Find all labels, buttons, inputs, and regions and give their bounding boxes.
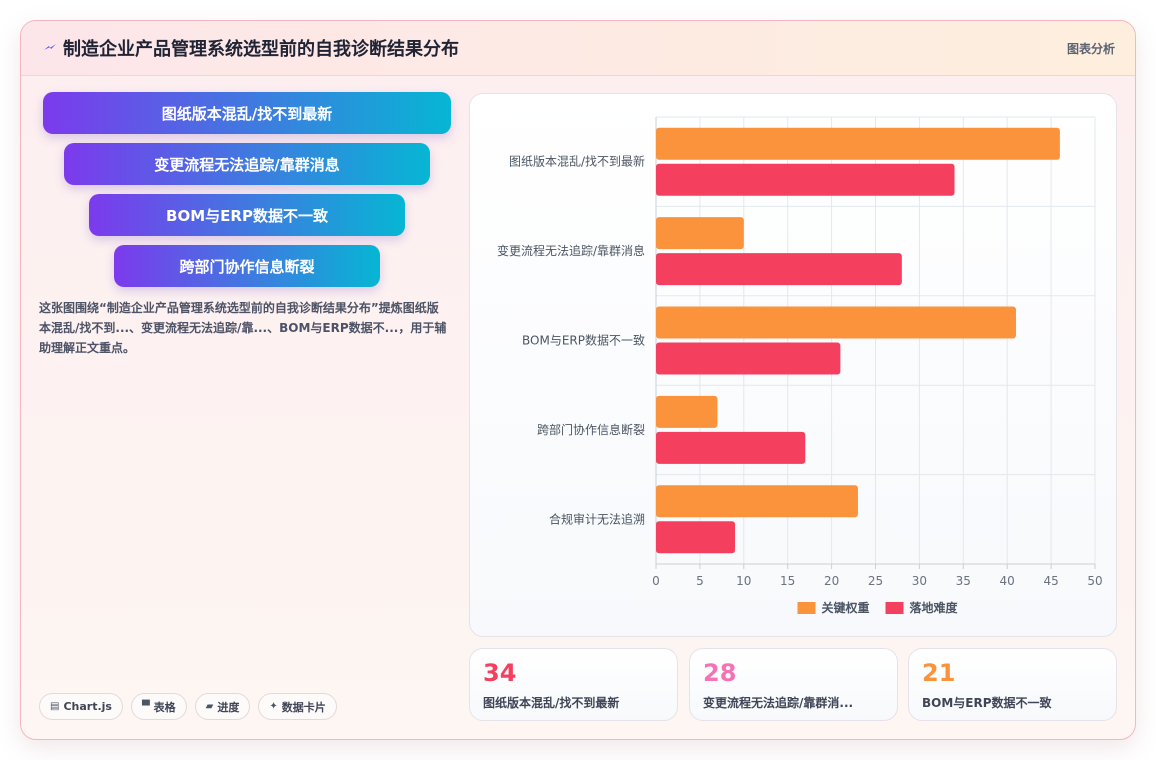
- kpi-value: 21: [922, 659, 956, 687]
- y-tick-label: BOM与ERP数据不一致: [522, 333, 645, 348]
- chip-label: 数据卡片: [281, 700, 326, 714]
- chart-analysis-tag[interactable]: 图表分析: [1067, 40, 1115, 57]
- bar-weight: [656, 217, 744, 250]
- bar-difficulty: [656, 253, 902, 286]
- x-tick-label: 10: [736, 574, 751, 588]
- y-tick-label: 图纸版本混乱/找不到最新: [509, 154, 645, 169]
- lightning-icon: [44, 44, 56, 50]
- funnel-step-3[interactable]: BOM与ERP数据不一致: [89, 194, 405, 236]
- chip-label: 进度: [217, 700, 240, 714]
- table-icon: ▀: [141, 701, 150, 712]
- funnel-step-4[interactable]: 跨部门协作信息断裂: [114, 245, 380, 287]
- kpi-label: 图纸版本混乱/找不到最新: [483, 696, 620, 710]
- legend-label: 关键权重: [822, 600, 870, 615]
- x-tick-label: 30: [912, 574, 927, 588]
- x-tick-label: 0: [652, 574, 660, 588]
- chip-table[interactable]: ▀ 表格: [130, 693, 187, 720]
- bar-difficulty: [656, 431, 806, 464]
- kpi-value: 28: [703, 659, 737, 687]
- bar-difficulty: [656, 521, 736, 554]
- x-tick-label: 50: [1087, 574, 1102, 588]
- sparkle-icon: ✦: [269, 701, 278, 712]
- kpi-card-2[interactable]: 28 变更流程无法追踪/靠群消...: [689, 648, 898, 721]
- x-tick-label: 35: [956, 574, 971, 588]
- kpi-label: BOM与ERP数据不一致: [922, 696, 1052, 710]
- legend-swatch: [797, 602, 816, 614]
- chip-progress[interactable]: ▰ 进度: [194, 693, 251, 720]
- chip-row: ▤ Chart.js ▀ 表格 ▰ 进度 ✦ 数据卡片: [39, 693, 337, 720]
- kpi-label: 变更流程无法追踪/靠群消...: [703, 696, 854, 710]
- x-tick-label: 20: [824, 574, 839, 588]
- page-title: 制造企业产品管理系统选型前的自我诊断结果分布: [63, 39, 459, 60]
- funnel-step-1[interactable]: 图纸版本混乱/找不到最新: [43, 92, 451, 134]
- chip-label: Chart.js: [63, 700, 112, 713]
- chip-label: 表格: [153, 700, 176, 714]
- chip-chartjs[interactable]: ▤ Chart.js: [39, 693, 123, 720]
- bar-weight: [656, 127, 1060, 160]
- x-tick-label: 40: [1000, 574, 1015, 588]
- y-tick-label: 跨部门协作信息断裂: [537, 422, 645, 437]
- x-tick-label: 25: [868, 574, 883, 588]
- y-tick-label: 变更流程无法追踪/靠群消息: [497, 243, 645, 258]
- funnel-step-2[interactable]: 变更流程无法追踪/靠群消息: [64, 143, 430, 185]
- kpi-card-3[interactable]: 21 BOM与ERP数据不一致: [908, 648, 1117, 721]
- chart-panel: 0 5 10 15 20 25 30 35 40 45 50 图纸版本混乱/找不到最新变更流程无法追踪…: [469, 93, 1117, 637]
- chart-description: 这张图围绕“制造企业产品管理系统选型前的自我诊断结果分布”提炼图纸版本混乱/找不…: [39, 301, 447, 355]
- folder-icon: ▰: [205, 701, 214, 712]
- bar-difficulty: [656, 163, 955, 196]
- bar-difficulty: [656, 342, 841, 375]
- chart-icon: ▤: [50, 701, 60, 712]
- x-tick-label: 15: [780, 574, 795, 588]
- main-card: 制造企业产品管理系统选型前的自我诊断结果分布 图表分析 图纸版本混乱/找不到最新…: [20, 20, 1136, 740]
- kpi-value: 34: [483, 659, 517, 687]
- x-tick-label: 45: [1043, 574, 1058, 588]
- legend-label: 落地难度: [910, 600, 959, 615]
- legend-swatch: [885, 602, 904, 614]
- header: 制造企业产品管理系统选型前的自我诊断结果分布 图表分析: [21, 21, 1135, 76]
- kpi-card-1[interactable]: 34 图纸版本混乱/找不到最新: [469, 648, 678, 721]
- bar-weight: [656, 306, 1016, 339]
- bar-chart: 0 5 10 15 20 25 30 35 40 45 50 图纸版本混乱/找不到最新变更流程无法追踪…: [497, 116, 1103, 615]
- bar-weight: [656, 395, 718, 428]
- bar-weight: [656, 485, 858, 518]
- chip-data-card[interactable]: ✦ 数据卡片: [258, 693, 337, 720]
- y-tick-label: 合规审计无法追溯: [549, 511, 645, 526]
- x-tick-label: 5: [696, 574, 704, 588]
